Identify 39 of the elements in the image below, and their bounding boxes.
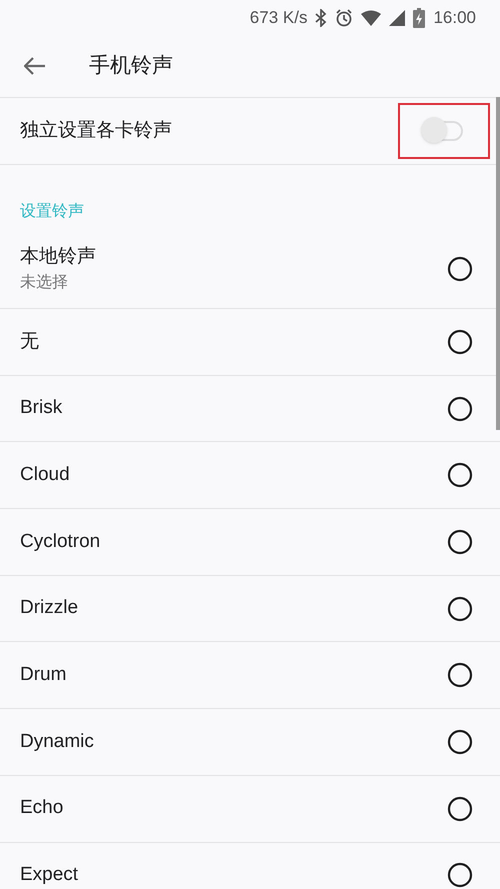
radio-button[interactable]: [447, 256, 473, 282]
alarm-icon: [335, 8, 354, 26]
radio-button[interactable]: [447, 462, 473, 488]
ringtone-name: Expect: [20, 863, 78, 888]
ringtone-row[interactable]: Cyclotron: [0, 509, 500, 576]
ringtone-row[interactable]: Cloud: [0, 442, 500, 510]
radio-button[interactable]: [447, 796, 473, 822]
radio-button[interactable]: [447, 728, 473, 755]
ringtone-name: Echo: [20, 796, 64, 820]
radio-button[interactable]: [447, 328, 473, 355]
page-title: 手机铃声: [89, 53, 173, 80]
back-arrow-icon[interactable]: [24, 57, 46, 75]
ringtone-name: Cloud: [20, 462, 70, 487]
ringtone-name: Brisk: [20, 396, 62, 420]
radio-button[interactable]: [447, 662, 473, 688]
setting-label: 独立设置各卡铃声: [20, 118, 172, 143]
network-speed: 673 K/s: [250, 6, 308, 29]
ringtone-row[interactable]: Dynamic: [0, 709, 500, 776]
clock: 16:00: [433, 6, 476, 29]
wifi-icon: [361, 10, 382, 26]
ringtone-name: 本地铃声: [20, 244, 96, 269]
ringtone-row[interactable]: Drizzle: [0, 576, 500, 642]
ringtone-status: 未选择: [20, 272, 69, 294]
radio-button[interactable]: [447, 862, 473, 888]
radio-button[interactable]: [447, 528, 473, 555]
ringtone-name: Drum: [20, 663, 66, 688]
radio-button[interactable]: [447, 396, 473, 422]
ringtone-row[interactable]: Expect: [0, 842, 500, 889]
ringtone-name: Drizzle: [20, 596, 78, 620]
ringtone-name: Cyclotron: [20, 530, 100, 554]
ringtone-name: 无: [20, 330, 39, 354]
battery-charging-icon: [413, 8, 426, 28]
ringtone-row[interactable]: Echo: [0, 776, 500, 842]
ringtone-name: Dynamic: [20, 730, 94, 754]
section-header: 设置铃声: [20, 202, 84, 222]
ringtone-row[interactable]: Drum: [0, 642, 500, 710]
bluetooth-icon: [315, 8, 328, 26]
radio-button[interactable]: [447, 596, 473, 622]
signal-icon: [389, 10, 406, 26]
